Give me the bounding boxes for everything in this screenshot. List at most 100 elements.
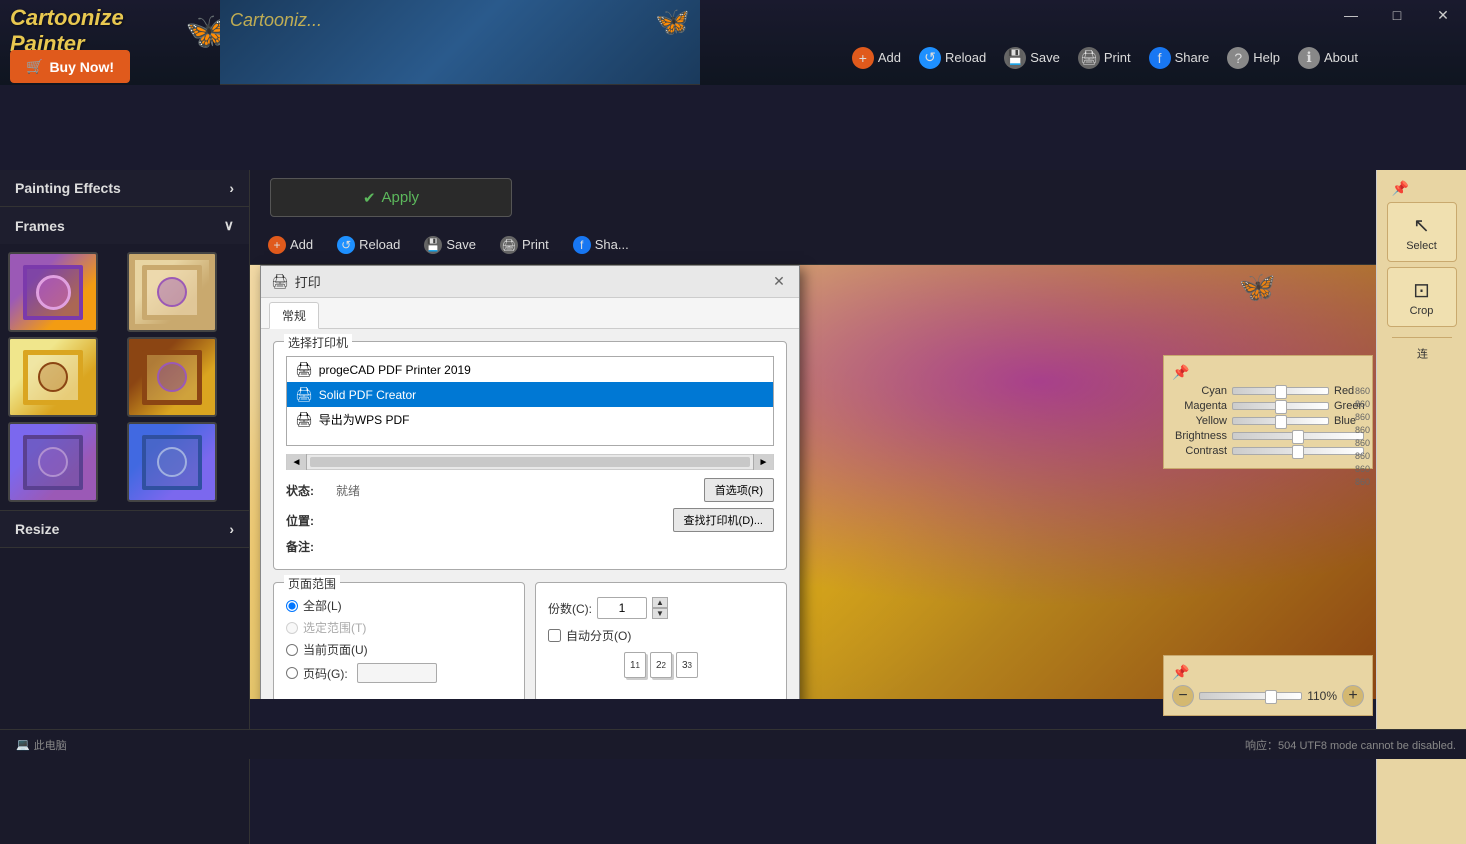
frames-header[interactable]: Frames ∨ [0,207,249,244]
frame-thumb-1 [10,254,96,330]
magenta-slider[interactable] [1232,402,1329,410]
contrast-thumb [1292,445,1304,459]
all-radio-row: 全部(L) [286,597,512,614]
resize-arrow: › [229,521,234,537]
buy-now-button[interactable]: 🛒 Buy Now! [10,50,130,83]
yellow-label: Yellow [1172,415,1227,427]
prefs-button[interactable]: 首选项(R) [704,478,774,502]
reload-button-2[interactable]: ↺ Reload [329,232,408,258]
dialog-close-button[interactable]: ✕ [769,272,789,292]
second-toolbar: + Add ↺ Reload 💾 Save 🖨 Print f Sha... [250,225,1376,265]
status-bar: 💻 此电脑 响应：504 UTF8 mode cannot be disable… [0,729,1466,759]
page-preview-2: 2 2 [650,652,672,678]
dialog-tab-general[interactable]: 常规 [269,302,319,329]
save-button-2[interactable]: 💾 Save [416,232,484,258]
help-button[interactable]: ? Help [1219,43,1288,73]
select-icon: ↖ [1413,213,1430,238]
yellow-slider[interactable] [1232,417,1329,425]
collate-checkbox[interactable] [548,629,561,642]
zoom-slider[interactable] [1199,692,1302,700]
page-num-2b: 2 [662,661,666,670]
find-printer-button[interactable]: 查找打印机(D)... [673,508,774,532]
contrast-slider[interactable] [1232,447,1364,455]
copies-down-btn[interactable]: ▼ [652,608,668,619]
printer-icon-1: 🖨 [295,361,313,378]
frames-label: Frames [15,218,65,234]
computer-taskbar-item[interactable]: 💻 此电脑 [10,735,73,755]
about-button[interactable]: ℹ About [1290,43,1366,73]
computer-icon: 💻 [16,738,30,751]
reload-button[interactable]: ↺ Reload [911,43,994,73]
about-label: About [1324,50,1358,65]
copies-up-btn[interactable]: ▲ [652,597,668,608]
add-button[interactable]: + Add [844,43,909,73]
value-860-5: 860 [1355,438,1370,448]
frame-item-1[interactable] [8,252,98,332]
printer-list[interactable]: 🖨 progeCAD PDF Printer 2019 🖨 Solid PDF … [286,356,774,446]
all-radio[interactable] [286,600,298,612]
zoom-in-button[interactable]: + [1342,685,1364,707]
print-button[interactable]: 🖨 Print [1070,43,1139,73]
scroll-track [310,457,750,467]
printer-item-2[interactable]: 🖨 Solid PDF Creator [287,382,773,407]
scroll-left-btn[interactable]: ◄ [287,454,307,470]
maximize-button[interactable]: □ [1374,0,1420,30]
select-tool-button[interactable]: ↖ Select [1387,202,1457,262]
share-icon-2: f [573,236,591,254]
header-logo-text: Cartooniz... [230,10,322,31]
print-button-2[interactable]: 🖨 Print [492,232,557,258]
crop-tool-button[interactable]: ⊡ Crop [1387,267,1457,327]
printer-scrollbar[interactable]: ◄ ► [286,454,774,470]
zoom-out-button[interactable]: − [1172,685,1194,707]
frame-item-4[interactable] [127,337,217,417]
apply-button[interactable]: ✔ Apply [270,178,512,217]
reload-icon-2: ↺ [337,236,355,254]
value-860-7: 860 [1355,464,1370,474]
color-pin-area: 📌 [1172,364,1364,381]
share-button[interactable]: f Share [1141,43,1218,73]
cyan-slider[interactable] [1232,387,1329,395]
printer-item-1[interactable]: 🖨 progeCAD PDF Printer 2019 [287,357,773,382]
frame-thumb-4 [129,339,215,415]
printer-item-3[interactable]: 🖨 导出为WPS PDF [287,407,773,432]
status-value: 就绪 [336,482,704,499]
color-pin-icon: 📌 [1172,364,1189,381]
save-label: Save [1030,50,1060,65]
zoom-level: 110% [1307,689,1337,703]
copies-group: 份数(C): ▲ ▼ 自动分页(O) [535,582,787,699]
right-panel-divider [1392,337,1452,338]
scroll-right-btn[interactable]: ► [753,454,773,470]
share-button-2[interactable]: f Sha... [565,232,637,258]
resize-header[interactable]: Resize › [0,511,249,547]
copies-input[interactable] [597,597,647,619]
butterfly-3: 🦋 [1239,270,1276,305]
minimize-button[interactable]: — [1328,0,1374,30]
page-number-input[interactable] [357,663,437,683]
page-num-3b: 3 [688,661,692,670]
zoom-controls: − 110% + [1172,685,1364,707]
content-area: Painting Effects › Frames ∨ [0,85,1466,729]
frame-item-6[interactable] [127,422,217,502]
page-radio-row: 页码(G): [286,663,512,683]
frame-item-3[interactable] [8,337,98,417]
add-label-2: Add [290,237,313,252]
selection-radio[interactable] [286,622,298,634]
collate-label: 自动分页(O) [566,627,631,644]
help-icon: ? [1227,47,1249,69]
page-range-copies-row: 页面范围 全部(L) 选定范围(T) 当前页面(U) [273,582,787,699]
frame-item-2[interactable] [127,252,217,332]
value-labels: 860 860 860 860 860 860 860 860 [1355,386,1370,487]
save-button[interactable]: 💾 Save [996,43,1068,73]
page-range-col: 页面范围 全部(L) 选定范围(T) 当前页面(U) [273,582,525,699]
painting-effects-header[interactable]: Painting Effects › [0,170,249,206]
frame-item-5[interactable] [8,422,98,502]
page-number-radio[interactable] [286,667,298,679]
add-button-2[interactable]: + Add [260,232,321,258]
close-button[interactable]: ✕ [1420,0,1466,30]
notes-row: 备注: [286,538,774,555]
brightness-slider[interactable] [1232,432,1364,440]
reload-label-2: Reload [359,237,400,252]
current-radio[interactable] [286,644,298,656]
magenta-thumb [1275,400,1287,414]
about-icon: ℹ [1298,47,1320,69]
